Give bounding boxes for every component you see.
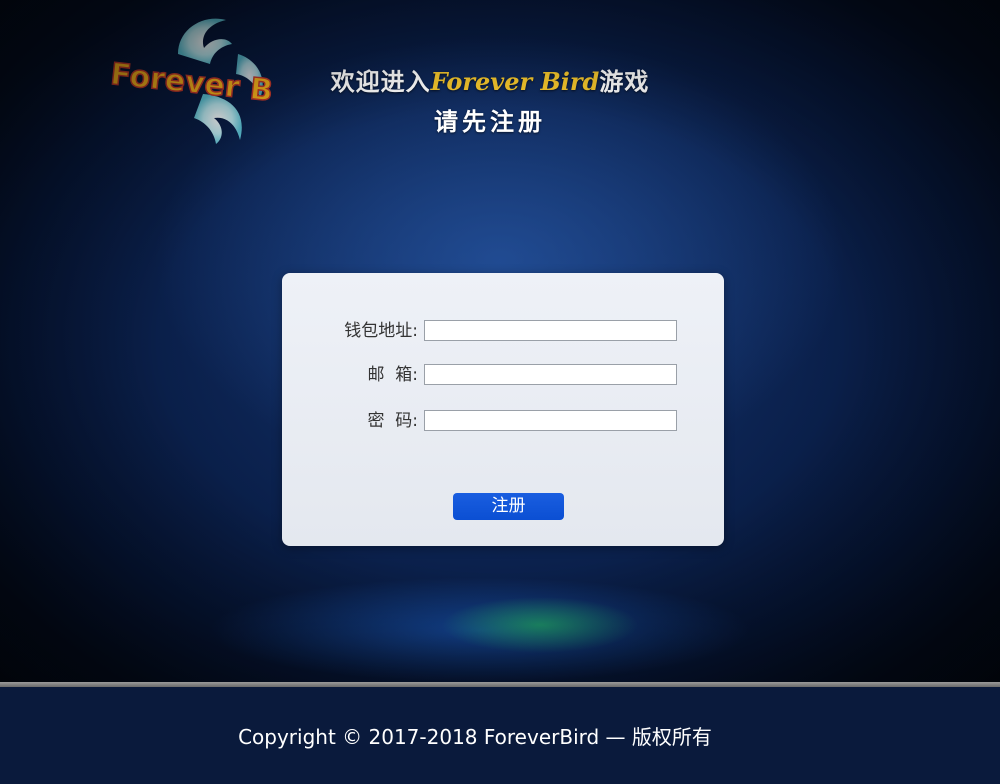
- register-button[interactable]: 注册: [453, 493, 564, 520]
- password-input[interactable]: [424, 410, 677, 431]
- page-footer: Copyright © 2017-2018 ForeverBird — 版权所有: [0, 687, 1000, 784]
- email-input[interactable]: [424, 364, 677, 385]
- welcome-suffix: 游戏: [599, 67, 650, 96]
- email-label: 邮 箱:: [367, 365, 418, 385]
- copyright-text: Copyright © 2017-2018 ForeverBird — 版权所有: [238, 725, 712, 749]
- wallet-address-label: 钱包地址:: [344, 321, 418, 341]
- password-row: 密 码:: [282, 409, 724, 433]
- email-row: 邮 箱:: [282, 363, 724, 387]
- welcome-heading: 欢迎进入Forever Bird游戏 请先注册: [240, 62, 740, 142]
- register-form: 钱包地址: 邮 箱: 密 码: 注册: [282, 273, 724, 546]
- wallet-address-input[interactable]: [424, 320, 677, 341]
- register-prompt: 请先注册: [434, 107, 546, 136]
- welcome-line: 欢迎进入Forever Bird游戏: [240, 62, 740, 102]
- password-label: 密 码:: [367, 411, 418, 431]
- welcome-brand: Forever Bird: [430, 67, 600, 96]
- wallet-row: 钱包地址:: [282, 319, 724, 343]
- welcome-prefix: 欢迎进入: [330, 67, 431, 96]
